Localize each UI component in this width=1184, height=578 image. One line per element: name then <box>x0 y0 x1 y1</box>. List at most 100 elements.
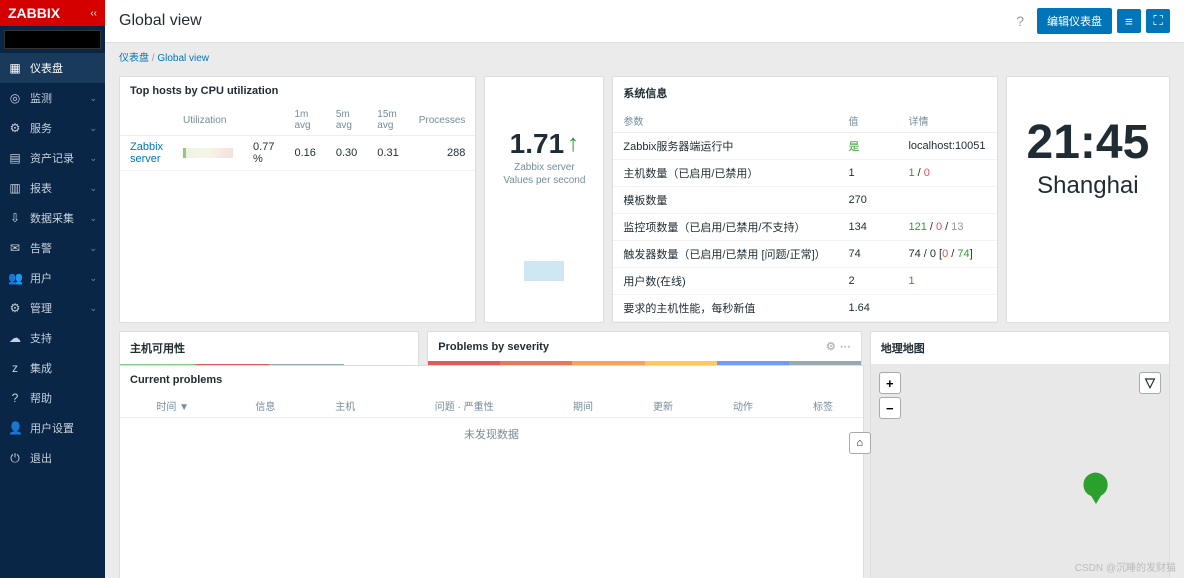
nav-服务[interactable]: ⚙服务⌄ <box>0 113 105 143</box>
menu-icon[interactable]: ⋯ <box>840 340 851 353</box>
page-title: Global view <box>119 12 202 30</box>
table-row: 用户数(在线)21 <box>613 268 996 295</box>
no-data-text: 未发现数据 <box>120 418 863 450</box>
vps-value: 1.71 <box>510 128 565 160</box>
sysinfo-table: 参数值详情 Zabbix服务器端运行中是localhost:10051主机数量（… <box>613 109 996 322</box>
nav-资产记录[interactable]: ▤资产记录⌄ <box>0 143 105 173</box>
availability-title: 主机可用性 <box>120 332 418 364</box>
nav-用户设置[interactable]: 👤用户设置 <box>0 413 105 443</box>
crumb-dashboards[interactable]: 仪表盘 <box>119 53 149 64</box>
nav-icon: ▤ <box>8 151 22 165</box>
nav-icon: ? <box>8 391 22 405</box>
sysinfo-card: 系统信息 参数值详情 Zabbix服务器端运行中是localhost:10051… <box>612 76 997 323</box>
nav-icon: 👥 <box>8 271 22 285</box>
problems-card: Current problems 时间 ▼信息主机问题 · 严重性期间更新动作标… <box>119 365 864 578</box>
search-input[interactable] <box>4 30 101 49</box>
col-header[interactable]: 信息 <box>225 394 305 418</box>
chevron-down-icon: ⌄ <box>89 123 97 134</box>
up-arrow-icon: ↑ <box>567 130 579 158</box>
sysinfo-title: 系统信息 <box>613 77 996 109</box>
main: Global view ? 编辑仪表盘 ≡ ⛶ 仪表盘 / Global vie… <box>105 0 1184 578</box>
chevron-down-icon: ⌄ <box>89 93 97 104</box>
home-icon[interactable]: ⌂ <box>849 432 871 454</box>
col-header[interactable]: 更新 <box>623 394 703 418</box>
col-header[interactable]: 问题 · 严重性 <box>385 394 543 418</box>
nav-icon: ▦ <box>8 61 22 75</box>
table-row: 触发器数量（已启用/已禁用 [问题/正常]）7474 / 0 [0 / 74] <box>613 241 996 268</box>
header: Global view ? 编辑仪表盘 ≡ ⛶ <box>105 0 1184 43</box>
col-header[interactable]: 期间 <box>543 394 623 418</box>
nav-icon: ⏻ <box>8 451 22 466</box>
chevron-down-icon: ⌄ <box>89 243 97 254</box>
map-pin-icon[interactable]: ⬤ <box>1082 469 1109 504</box>
nav-icon: ⚙ <box>8 121 22 135</box>
gear-icon[interactable]: ⚙ <box>826 340 836 353</box>
table-row: 主机数量（已启用/已禁用）11 / 0 <box>613 160 996 187</box>
nav-icon: z <box>8 361 22 375</box>
problems-table: 时间 ▼信息主机问题 · 严重性期间更新动作标签 <box>120 394 863 418</box>
nav-icon: ✉ <box>8 241 22 255</box>
nav-退出[interactable]: ⏻退出 <box>0 443 105 473</box>
chevron-down-icon: ⌄ <box>89 303 97 314</box>
col-header[interactable]: 时间 ▼ <box>120 394 225 418</box>
logo-text: ZABBIX <box>8 5 60 21</box>
table-row: 要求的主机性能，每秒新值1.64 <box>613 295 996 322</box>
severity-title: Problems by severity ⚙ ⋯ <box>428 332 860 361</box>
col-header[interactable]: 标签 <box>783 394 863 418</box>
nav-icon: ☁ <box>8 331 22 345</box>
vps-sub1: Zabbix server <box>514 162 575 173</box>
top-hosts-card: Top hosts by CPU utilization Utilization… <box>119 76 476 323</box>
nav-帮助[interactable]: ?帮助 <box>0 383 105 413</box>
edit-dashboard-button[interactable]: 编辑仪表盘 <box>1037 8 1112 34</box>
table-row: Zabbix server0.77 %0.160.300.31288 <box>120 136 475 171</box>
chevron-down-icon: ⌄ <box>89 213 97 224</box>
problems-title: Current problems <box>120 366 863 394</box>
vps-card: 1.71 ↑ Zabbix server Values per second <box>484 76 604 323</box>
col-header[interactable]: 主机 <box>305 394 385 418</box>
top-hosts-table: Utilization1m avg5m avg15m avgProcesses … <box>120 105 475 171</box>
map[interactable]: + − ⌂ ▽ ⬤ Leaflet | © OpenStreetMap cont… <box>871 364 1169 578</box>
table-row: 模板数量270 <box>613 187 996 214</box>
vps-sub2: Values per second <box>503 175 585 186</box>
top-hosts-title: Top hosts by CPU utilization <box>120 77 475 105</box>
col-header[interactable]: 动作 <box>703 394 783 418</box>
list-icon[interactable]: ≡ <box>1117 9 1141 33</box>
logo[interactable]: ZABBIX ‹‹ <box>0 0 105 26</box>
search-box <box>0 26 105 53</box>
nav-icon: ▥ <box>8 181 22 195</box>
help-icon[interactable]: ? <box>1016 13 1024 29</box>
util-bar <box>183 148 233 158</box>
nav-icon: ◎ <box>8 91 22 105</box>
clock-city: Shanghai <box>1037 172 1138 200</box>
nav-支持[interactable]: ☁支持 <box>0 323 105 353</box>
filter-icon[interactable]: ▽ <box>1139 372 1161 394</box>
watermark: CSDN @沉睡的发财猫 <box>1075 559 1176 574</box>
zoom-in-button[interactable]: + <box>879 372 901 394</box>
nav-报表[interactable]: ▥报表⌄ <box>0 173 105 203</box>
breadcrumb: 仪表盘 / Global view <box>105 43 1184 70</box>
crumb-current[interactable]: Global view <box>157 53 209 64</box>
sidebar: ZABBIX ‹‹ ▦仪表盘◎监测⌄⚙服务⌄▤资产记录⌄▥报表⌄⇩数据采集⌄✉告… <box>0 0 105 578</box>
geomap-card: 地理地图 + − ⌂ ▽ ⬤ Leaflet | © OpenStreetMap… <box>870 331 1170 578</box>
nav-集成[interactable]: z集成 <box>0 353 105 383</box>
nav-用户[interactable]: 👥用户⌄ <box>0 263 105 293</box>
table-row: 监控项数量（已启用/已禁用/不支持）134121 / 0 / 13 <box>613 214 996 241</box>
host-link[interactable]: Zabbix server <box>130 141 163 165</box>
nav-icon: ⚙ <box>8 301 22 315</box>
chevron-down-icon: ⌄ <box>89 153 97 164</box>
nav-icon: 👤 <box>8 421 22 435</box>
clock-card: 21:45 Shanghai <box>1006 76 1170 323</box>
nav-icon: ⇩ <box>8 211 22 225</box>
nav-告警[interactable]: ✉告警⌄ <box>0 233 105 263</box>
nav-监测[interactable]: ◎监测⌄ <box>0 83 105 113</box>
fullscreen-icon[interactable]: ⛶ <box>1146 9 1170 33</box>
table-row: Zabbix服务器端运行中是localhost:10051 <box>613 133 996 160</box>
spark-chart <box>524 241 564 281</box>
collapse-icon[interactable]: ‹‹ <box>90 8 97 19</box>
nav-数据采集[interactable]: ⇩数据采集⌄ <box>0 203 105 233</box>
nav-仪表盘[interactable]: ▦仪表盘 <box>0 53 105 83</box>
nav-管理[interactable]: ⚙管理⌄ <box>0 293 105 323</box>
chevron-down-icon: ⌄ <box>89 273 97 284</box>
chevron-down-icon: ⌄ <box>89 183 97 194</box>
zoom-out-button[interactable]: − <box>879 397 901 419</box>
